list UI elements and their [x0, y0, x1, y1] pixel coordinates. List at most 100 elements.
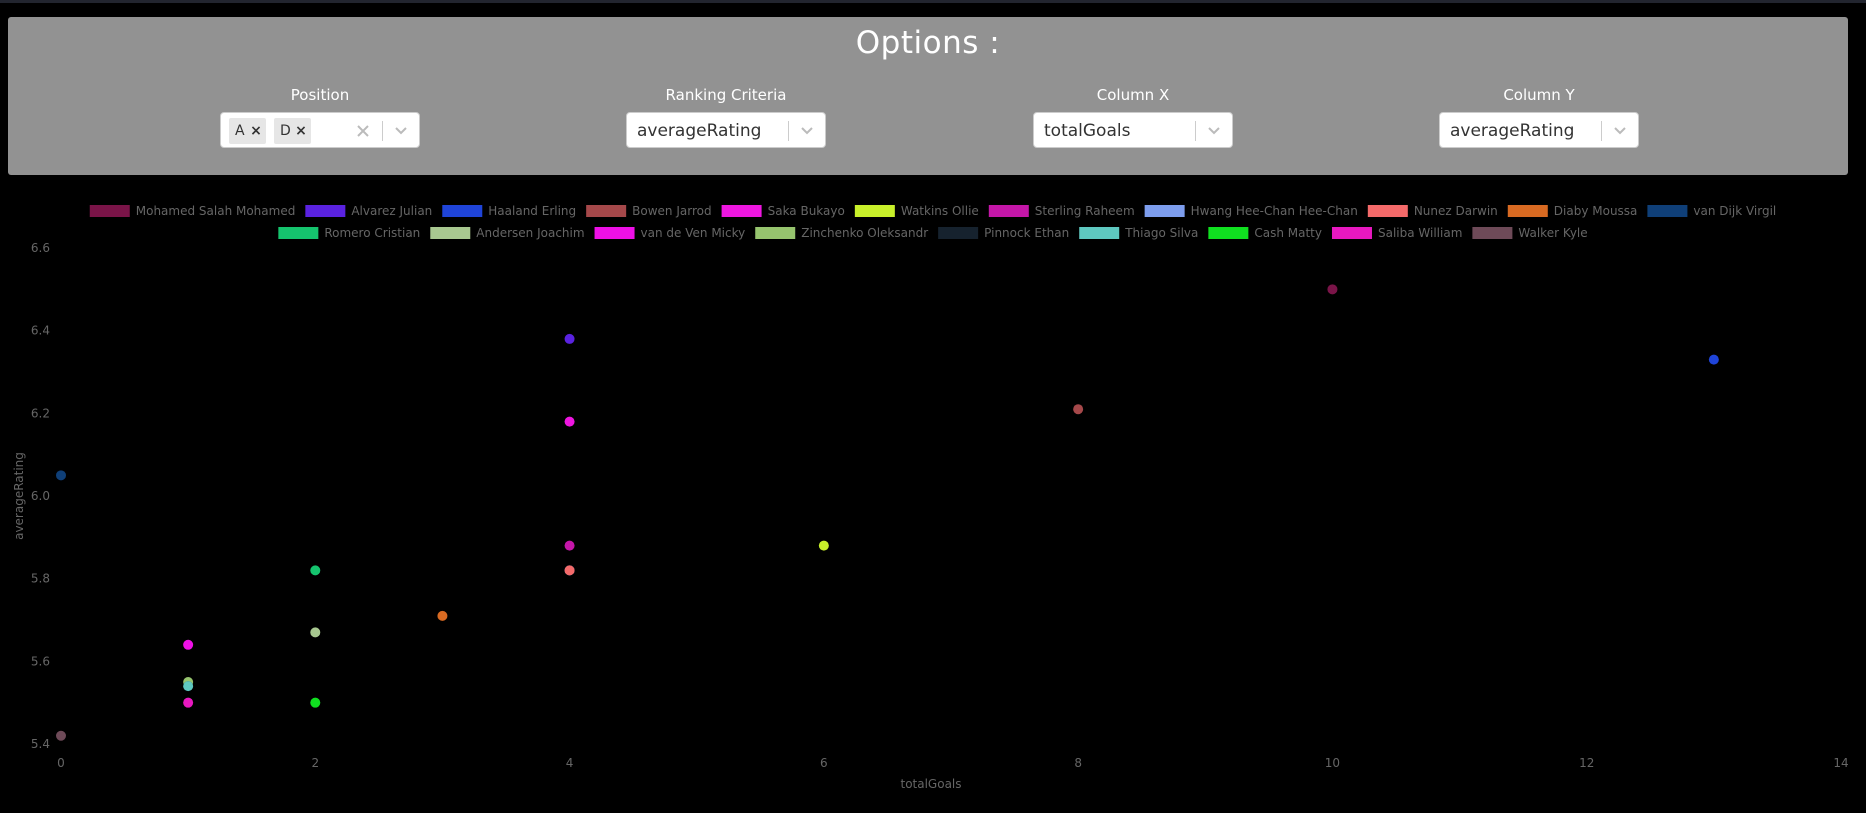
position-chip-a: A × [229, 118, 266, 144]
y-tick-label: 6.6 [31, 241, 50, 255]
data-point[interactable] [310, 697, 321, 708]
scatter-chart: Mohamed Salah Mohamed Alvarez Julian Haala… [12, 204, 1849, 791]
legend-swatch[interactable] [988, 205, 1029, 217]
ranking-value: averageRating [637, 121, 762, 141]
data-point[interactable] [437, 610, 448, 621]
position-chip-d-label: D [280, 123, 291, 139]
chart-legend: Mohamed Salah Mohamed Alvarez Julian Haala… [89, 204, 1776, 240]
x-tick-label: 0 [57, 756, 65, 770]
ranking-label: Ranking Criteria [665, 86, 787, 104]
legend-swatch[interactable] [938, 227, 979, 239]
legend-swatch[interactable] [1367, 205, 1408, 217]
legend-label[interactable]: van de Ven Micky [641, 226, 746, 240]
legend-swatch[interactable] [442, 205, 483, 217]
x-tick-label: 10 [1325, 756, 1340, 770]
legend-label[interactable]: Andersen Joachim [476, 226, 584, 240]
legend-swatch[interactable] [1507, 205, 1548, 217]
x-axis-label: totalGoals [900, 777, 961, 791]
position-label: Position [290, 86, 350, 104]
legend-label[interactable]: Pinnock Ethan [984, 226, 1069, 240]
select-separator [1195, 121, 1196, 141]
position-chip-a-label: A [235, 123, 245, 139]
legend-label[interactable]: Sterling Raheem [1035, 204, 1135, 218]
legend-label[interactable]: Walker Kyle [1518, 226, 1587, 240]
legend-label[interactable]: Thiago Silva [1124, 226, 1198, 240]
legend-label[interactable]: Zinchenko Oleksandr [801, 226, 928, 240]
position-select[interactable]: A × D × [220, 112, 420, 148]
column-y-field: Column Y averageRating [1439, 85, 1639, 148]
legend-label[interactable]: Nunez Darwin [1414, 204, 1498, 218]
legend-swatch[interactable] [1079, 227, 1120, 239]
select-separator [382, 121, 383, 141]
chart-points [56, 284, 1719, 741]
column-y-label: Column Y [1503, 86, 1575, 104]
legend-label[interactable]: Hwang Hee-Chan Hee-Chan [1191, 204, 1358, 218]
legend-label[interactable]: Saliba William [1378, 226, 1462, 240]
remove-chip-icon[interactable]: × [249, 118, 263, 144]
data-point[interactable] [183, 639, 194, 650]
column-y-value: averageRating [1450, 121, 1575, 141]
legend-swatch[interactable] [1472, 227, 1513, 239]
legend-swatch[interactable] [305, 205, 346, 217]
legend-swatch[interactable] [430, 227, 471, 239]
data-point[interactable] [564, 333, 575, 344]
legend-label[interactable]: Diaby Moussa [1554, 204, 1638, 218]
data-point[interactable] [564, 565, 575, 576]
legend-label[interactable]: Alvarez Julian [351, 204, 432, 218]
legend-swatch[interactable] [854, 205, 895, 217]
legend-swatch[interactable] [89, 205, 130, 217]
data-point[interactable] [564, 416, 575, 427]
column-y-select[interactable]: averageRating [1439, 112, 1639, 148]
legend-label[interactable]: Romero Cristian [324, 226, 420, 240]
legend-swatch[interactable] [586, 205, 627, 217]
data-point[interactable] [310, 565, 321, 576]
select-separator [1601, 121, 1602, 141]
clear-icon[interactable] [353, 121, 373, 141]
legend-swatch[interactable] [755, 227, 796, 239]
legend-label[interactable]: Cash Matty [1254, 226, 1322, 240]
legend-label[interactable]: Saka Bukayo [768, 204, 845, 218]
data-point[interactable] [1327, 284, 1338, 295]
legend-label[interactable]: van Dijk Virgil [1693, 204, 1776, 218]
data-point[interactable] [310, 627, 321, 638]
y-tick-label: 5.6 [31, 654, 50, 668]
legend-swatch[interactable] [721, 205, 762, 217]
chevron-down-icon[interactable] [1204, 121, 1224, 141]
legend-label[interactable]: Mohamed Salah Mohamed [136, 204, 296, 218]
x-tick-label: 4 [566, 756, 574, 770]
data-point[interactable] [56, 730, 66, 741]
column-x-field: Column X totalGoals [1033, 85, 1233, 148]
data-point[interactable] [1708, 354, 1719, 365]
column-x-select[interactable]: totalGoals [1033, 112, 1233, 148]
legend-label[interactable]: Haaland Erling [488, 204, 576, 218]
ranking-select[interactable]: averageRating [626, 112, 826, 148]
y-tick-label: 5.4 [31, 737, 50, 751]
x-tick-label: 8 [1074, 756, 1082, 770]
remove-chip-icon[interactable]: × [294, 118, 308, 144]
legend-label[interactable]: Bowen Jarrod [632, 204, 711, 218]
legend-swatch[interactable] [1647, 205, 1688, 217]
y-tick-label: 5.8 [31, 572, 50, 586]
x-tick-label: 14 [1833, 756, 1848, 770]
options-panel: Options : Position A × D × Ranking Crite… [8, 17, 1848, 175]
chevron-down-icon[interactable] [1610, 121, 1630, 141]
chart-axes: 0 2 4 6 8 10 12 14 5.4 5.6 5.8 6.0 6.2 6.4 6.6 totalGoa… [12, 241, 1849, 791]
legend-swatch[interactable] [594, 227, 635, 239]
data-point[interactable] [564, 540, 575, 551]
legend-label[interactable]: Watkins Ollie [901, 204, 979, 218]
position-chip-d: D × [274, 118, 311, 144]
data-point[interactable] [1073, 404, 1084, 415]
y-tick-label: 6.4 [31, 324, 50, 338]
data-point[interactable] [183, 681, 194, 692]
data-point[interactable] [818, 540, 829, 551]
y-tick-label: 6.2 [31, 406, 50, 420]
chevron-down-icon[interactable] [391, 121, 411, 141]
column-x-label: Column X [1096, 86, 1170, 104]
chevron-down-icon[interactable] [797, 121, 817, 141]
data-point[interactable] [183, 697, 194, 708]
data-point[interactable] [56, 470, 66, 481]
legend-swatch[interactable] [1144, 205, 1185, 217]
legend-swatch[interactable] [1208, 227, 1249, 239]
legend-swatch[interactable] [1331, 227, 1372, 239]
legend-swatch[interactable] [278, 227, 319, 239]
